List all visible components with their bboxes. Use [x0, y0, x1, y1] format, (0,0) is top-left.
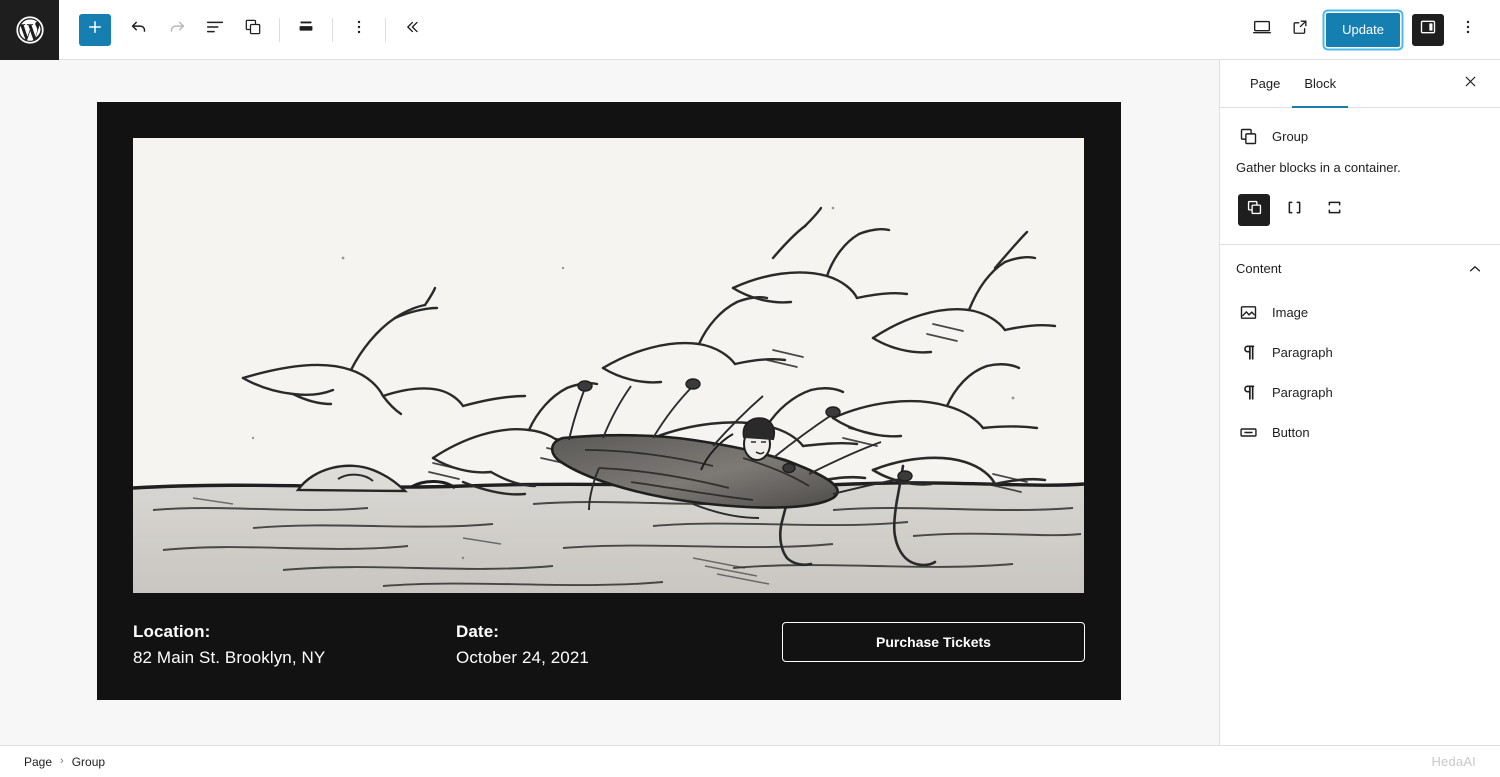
toolbar-divider-1 [279, 17, 280, 42]
block-options-button[interactable] [341, 12, 377, 48]
block-align-icon [295, 16, 317, 43]
content-item-paragraph-2[interactable]: Paragraph [1220, 373, 1500, 413]
double-chevron-left-icon [402, 17, 422, 42]
group-icon [1245, 198, 1264, 222]
settings-sidebar-icon [1418, 17, 1438, 42]
button-icon [1236, 421, 1260, 445]
group-block[interactable]: Location: 82 Main St. Brooklyn, NY Date:… [97, 102, 1121, 700]
content-item-paragraph-1[interactable]: Paragraph [1220, 333, 1500, 373]
wordpress-logo-icon [15, 15, 45, 45]
tab-page[interactable]: Page [1238, 60, 1292, 107]
paragraph-icon [1236, 381, 1260, 405]
content-item-image[interactable]: Image [1220, 293, 1500, 333]
toolbar-divider-2 [332, 17, 333, 42]
block-align-button[interactable] [288, 12, 324, 48]
location-label: Location: [133, 622, 211, 641]
settings-sidebar-toggle[interactable] [1412, 13, 1444, 46]
more-menu-icon [1458, 17, 1478, 42]
content-item-label: Paragraph [1272, 345, 1333, 360]
group-block-icon [243, 17, 263, 42]
tab-block[interactable]: Block [1292, 60, 1348, 108]
block-title: Group [1272, 128, 1309, 144]
list-view-button[interactable] [197, 12, 233, 48]
block-type-button[interactable] [235, 12, 271, 48]
canvas-inner: Location: 82 Main St. Brooklyn, NY Date:… [0, 60, 1219, 725]
date-column: Date: October 24, 2021 [456, 619, 778, 671]
toolbar-left-group [59, 12, 430, 48]
plus-icon [86, 18, 104, 41]
add-block-button[interactable] [79, 13, 111, 46]
toolbar-divider-3 [385, 17, 386, 42]
breadcrumb: Page › Group [24, 755, 105, 769]
purchase-tickets-button[interactable]: Purchase Tickets [782, 622, 1085, 662]
editor-canvas[interactable]: Location: 82 Main St. Brooklyn, NY Date:… [0, 60, 1219, 745]
close-sidebar-button[interactable] [1456, 70, 1484, 98]
content-item-label: Image [1272, 305, 1309, 320]
event-image-block[interactable] [133, 138, 1084, 593]
settings-sidebar: Page Block Group Gather blocks in a cont… [1219, 60, 1500, 745]
breadcrumb-bar: Page › Group HedaAI [0, 745, 1500, 777]
group-block-icon [1236, 124, 1260, 148]
breadcrumb-separator: › [60, 755, 64, 767]
row-icon [1285, 198, 1304, 222]
collapse-toolbar-button[interactable] [394, 12, 430, 48]
undo-button[interactable] [121, 12, 157, 48]
location-value[interactable]: 82 Main St. Brooklyn, NY [133, 645, 456, 671]
paragraph-icon [1236, 341, 1260, 365]
content-item-button[interactable]: Button [1220, 413, 1500, 453]
undo-icon [128, 16, 150, 43]
event-meta-row: Location: 82 Main St. Brooklyn, NY Date:… [133, 619, 1085, 671]
toolbar-right-group: Update [1244, 12, 1500, 48]
content-block-list: Image Paragraph Paragraph Button [1220, 293, 1500, 461]
view-device-button[interactable] [1244, 12, 1280, 48]
redo-icon [166, 16, 188, 43]
content-panel: Content Image Paragraph Paragraph Button [1220, 245, 1500, 461]
preview-button[interactable] [1282, 12, 1318, 48]
content-item-label: Button [1272, 425, 1310, 440]
settings-tab-bar: Page Block [1220, 60, 1500, 108]
editor-body: Location: 82 Main St. Brooklyn, NY Date:… [0, 60, 1500, 745]
image-icon [1236, 301, 1260, 325]
variation-row-button[interactable] [1278, 194, 1310, 226]
breadcrumb-item-group[interactable]: Group [72, 755, 105, 769]
more-menu-button[interactable] [1450, 12, 1486, 48]
variation-group-button[interactable] [1238, 193, 1270, 226]
more-options-icon [349, 17, 369, 42]
breadcrumb-item-page[interactable]: Page [24, 755, 52, 769]
watermark: HedaAI [1431, 754, 1476, 769]
tab-block-label: Block [1304, 76, 1337, 91]
chevron-up-icon [1466, 260, 1484, 278]
block-variations [1238, 193, 1484, 226]
content-panel-header[interactable]: Content [1220, 245, 1500, 293]
tab-page-label: Page [1250, 76, 1281, 91]
close-icon [1462, 73, 1479, 95]
date-label: Date: [456, 622, 500, 641]
external-link-icon [1290, 17, 1310, 42]
block-info-card: Group Gather blocks in a container. [1220, 108, 1500, 245]
redo-button[interactable] [159, 12, 195, 48]
update-button[interactable]: Update [1326, 12, 1400, 47]
wordpress-logo-button[interactable] [0, 0, 59, 60]
content-item-label: Paragraph [1272, 385, 1333, 400]
ink-drawing-cranes-illustration [133, 138, 1084, 593]
date-value[interactable]: October 24, 2021 [456, 645, 778, 671]
location-column: Location: 82 Main St. Brooklyn, NY [133, 619, 456, 671]
desktop-view-icon [1251, 16, 1273, 43]
list-view-icon [204, 16, 226, 43]
variation-stack-button[interactable] [1318, 194, 1350, 226]
wordpress-block-editor: Update Location: 82 Main St. Brooklyn, N… [0, 0, 1500, 777]
content-panel-title: Content [1236, 261, 1282, 276]
cta-column: Purchase Tickets [782, 619, 1085, 662]
stack-icon [1325, 198, 1344, 222]
block-info-head: Group [1236, 124, 1484, 148]
block-description: Gather blocks in a container. [1236, 160, 1401, 175]
editor-toolbar: Update [0, 0, 1500, 60]
